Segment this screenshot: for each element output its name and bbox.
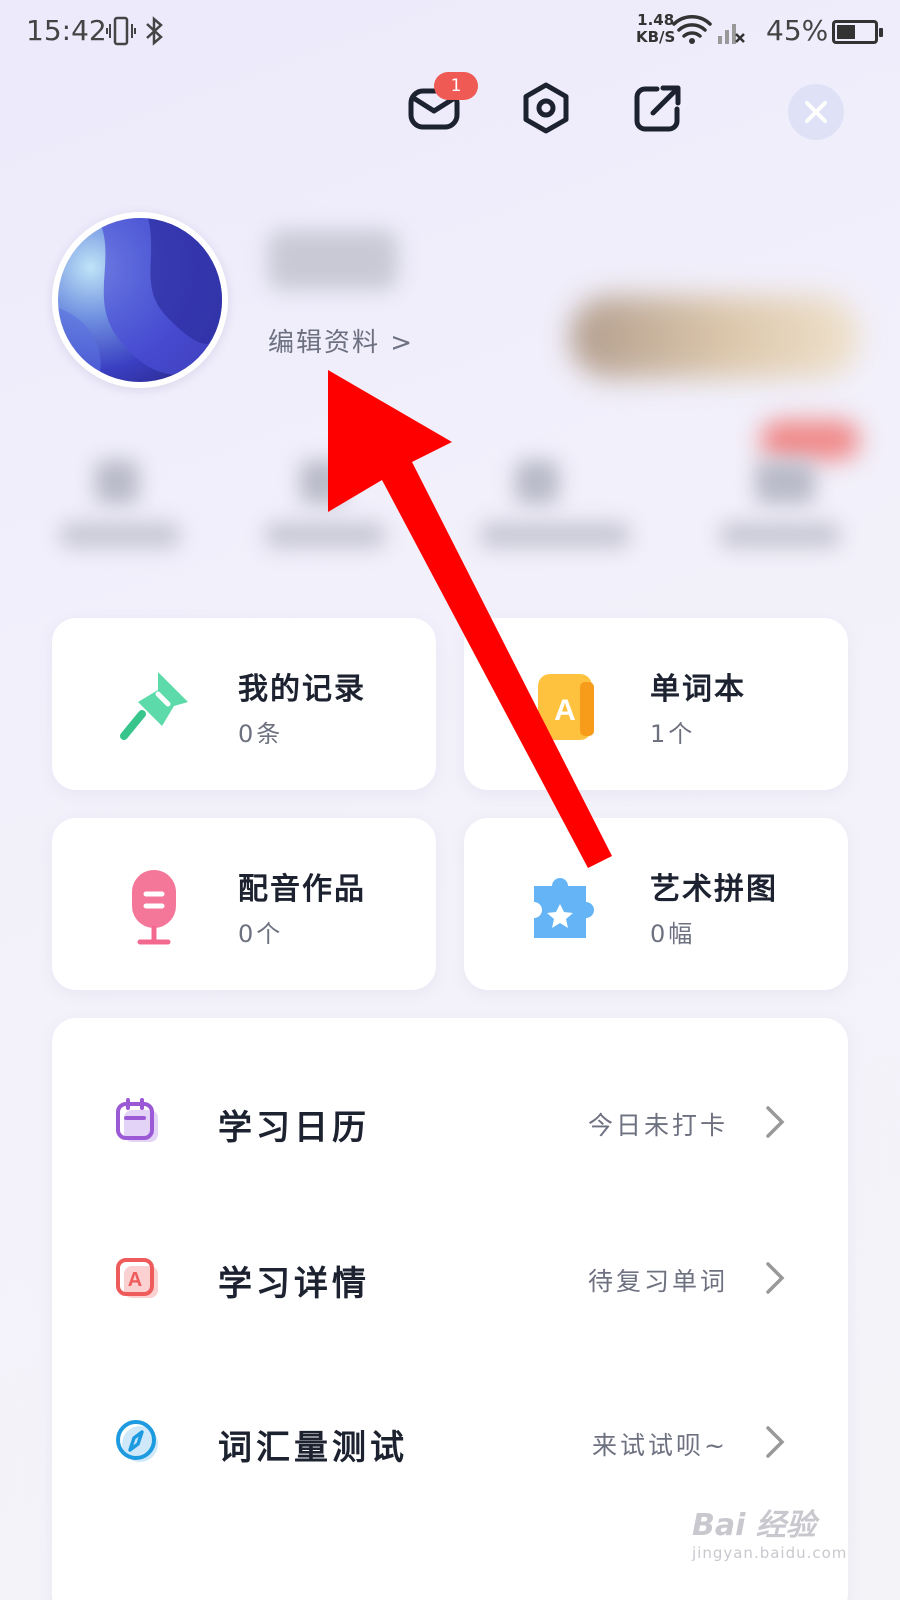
calendar-icon [114, 1098, 162, 1146]
wifi-icon [672, 12, 712, 50]
card-count: 0幅 [650, 920, 696, 948]
card-count: 0个 [238, 920, 284, 948]
svg-text:A: A [554, 694, 576, 727]
card-art-puzzle[interactable]: 艺术拼图 0幅 [464, 818, 848, 990]
share-icon [634, 85, 681, 132]
bluetooth-icon [144, 14, 166, 52]
svg-text:A: A [128, 1269, 142, 1291]
edit-profile-link[interactable]: 编辑资料 > [268, 322, 414, 359]
menu-item-status: 今日未打卡 [587, 1111, 728, 1140]
status-bar: 15:42 1.48 KB/S 45% [0, 0, 900, 64]
vibrate-icon [106, 14, 136, 52]
compass-icon [114, 1418, 162, 1466]
chevron-right-icon [766, 1426, 785, 1458]
card-wordbook[interactable]: A 单词本 1个 [464, 618, 848, 790]
card-title: 单词本 [650, 672, 746, 707]
net-speed-value: 1.48 [637, 11, 675, 29]
share-button[interactable] [628, 78, 688, 138]
settings-button[interactable] [516, 78, 576, 138]
battery-icon [832, 20, 883, 44]
menu-item-label: 词汇量测试 [218, 1428, 408, 1468]
stat-item[interactable] [710, 450, 840, 560]
chevron-right-icon [766, 1262, 785, 1294]
messages-button[interactable]: 1 [404, 72, 478, 138]
watermark-main: Bai 经验 [692, 1508, 816, 1543]
message-count-badge: 1 [434, 72, 478, 100]
menu-item-status: 来试试呗~ [592, 1431, 728, 1460]
menu-item-study-calendar[interactable]: 学习日历 今日未打卡 [52, 1062, 848, 1182]
card-dubbing[interactable]: 配音作品 0个 [52, 818, 436, 990]
pin-icon [112, 664, 196, 748]
card-title: 配音作品 [238, 872, 366, 907]
menu-item-status: 待复习单词 [587, 1267, 728, 1296]
card-count: 0条 [238, 720, 284, 748]
net-speed: 1.48 KB/S [636, 12, 675, 46]
stats-row [50, 450, 860, 570]
wordbook-icon: A [524, 664, 608, 748]
stat-item[interactable] [255, 450, 385, 560]
settings-icon [523, 82, 569, 134]
menu-item-label: 学习日历 [218, 1108, 370, 1148]
menu-item-study-details[interactable]: A 学习详情 待复习单词 [52, 1218, 848, 1338]
signal-icon [716, 14, 746, 50]
card-title: 我的记录 [238, 672, 366, 707]
battery-percent: 45% [766, 14, 829, 47]
puzzle-icon [524, 864, 608, 948]
card-count: 1个 [650, 720, 696, 748]
header-actions: 1 [0, 72, 900, 144]
watermark-sub: jingyan.baidu.com [692, 1544, 848, 1562]
chevron-right-icon [766, 1106, 785, 1138]
net-speed-unit: KB/S [636, 28, 676, 46]
study-detail-icon: A [114, 1254, 162, 1302]
menu-item-label: 学习详情 [218, 1264, 370, 1304]
close-button[interactable] [788, 84, 844, 140]
card-title: 艺术拼图 [650, 872, 778, 907]
stat-item[interactable] [50, 450, 180, 560]
status-time: 15:42 [26, 14, 107, 47]
close-icon [805, 101, 827, 123]
baidu-watermark: Bai 经验 jingyan.baidu.com [692, 1500, 847, 1562]
username-blurred [268, 230, 398, 290]
menu-item-vocab-test[interactable]: 词汇量测试 来试试呗~ [52, 1382, 848, 1502]
microphone-icon [112, 864, 196, 948]
membership-badge-blurred[interactable] [570, 296, 860, 378]
card-my-records[interactable]: 我的记录 0条 [52, 618, 436, 790]
avatar[interactable] [52, 212, 228, 388]
stat-item[interactable] [470, 450, 630, 560]
